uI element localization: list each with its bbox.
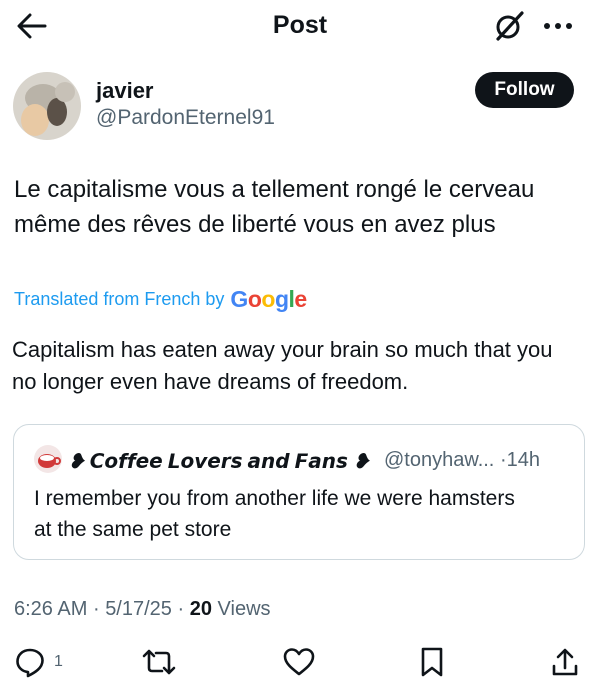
share-icon [552, 648, 578, 676]
post-meta: 6:26 AM · 5/17/25 · 20 Views [14, 598, 271, 621]
views-count: 20 [189, 598, 212, 620]
post-text-line: même des rêves de liberté vous en avez p… [14, 211, 496, 238]
repost-button[interactable] [140, 644, 178, 680]
meta-separator: · [92, 598, 100, 620]
quoted-author-avatar [34, 445, 62, 473]
bookmark-button[interactable] [419, 644, 445, 680]
quoted-author-name: ❥ 𝘾𝙤𝙛𝙛𝙚𝙚 𝙇𝙤𝙫𝙚𝙧𝙨 𝙖𝙣𝙙 𝙁𝙖𝙣𝙨 ❥ [68, 451, 370, 473]
grok-button[interactable] [492, 9, 526, 43]
repost-icon [142, 649, 176, 675]
post-date: 5/17/25 [105, 598, 172, 620]
quoted-text-line: at the same pet store [34, 518, 232, 541]
reply-count: 1 [54, 653, 63, 670]
translation-attribution[interactable]: Translated from French by Google [14, 286, 307, 313]
coffee-cup-avatar [34, 445, 62, 473]
translated-text-line: Capitalism has eaten away your brain so … [12, 337, 553, 362]
avatar-image [13, 72, 81, 140]
post-text: Le capitalisme vous a tellement rongé le… [14, 172, 586, 242]
like-button[interactable] [282, 644, 316, 680]
post-text-line: Le capitalisme vous a tellement rongé le… [14, 176, 535, 203]
quoted-meta: @tonyhaw... ·14h [384, 449, 540, 472]
top-bar: Post [0, 0, 600, 52]
translated-text-line: no longer even have dreams of freedom. [12, 369, 409, 394]
reply-button[interactable]: 1 [14, 644, 63, 680]
views-label: Views [217, 598, 271, 620]
author-avatar[interactable] [13, 72, 81, 140]
more-horizontal-icon [544, 23, 572, 29]
grok-icon [496, 11, 524, 41]
google-logo: Google [230, 286, 307, 312]
post-time: 6:26 AM [14, 598, 88, 620]
quoted-text-line: I remember you from another life we were… [34, 487, 515, 510]
share-button[interactable] [550, 644, 580, 680]
translated-label: Translated from French by [14, 289, 225, 309]
reply-icon [16, 648, 44, 678]
quoted-handle: @tonyhaw... [384, 449, 495, 471]
follow-button[interactable]: Follow [475, 72, 574, 108]
more-button[interactable] [540, 12, 576, 40]
quoted-post[interactable]: ❥ 𝘾𝙤𝙛𝙛𝙚𝙚 𝙇𝙤𝙫𝙚𝙧𝙨 𝙖𝙣𝙙 𝙁𝙖𝙣𝙨 ❥ @tonyhaw... ·… [13, 424, 585, 560]
meta-separator: · [177, 598, 185, 620]
author-name[interactable]: javier [96, 78, 154, 104]
author-handle[interactable]: @PardonEternel91 [96, 106, 275, 130]
quoted-time: 14h [506, 449, 540, 471]
translated-text: Capitalism has eaten away your brain so … [12, 334, 588, 398]
like-icon [283, 648, 315, 676]
meta-separator: · [499, 449, 507, 471]
quoted-text: I remember you from another life we were… [34, 483, 574, 545]
bookmark-icon [421, 647, 443, 677]
